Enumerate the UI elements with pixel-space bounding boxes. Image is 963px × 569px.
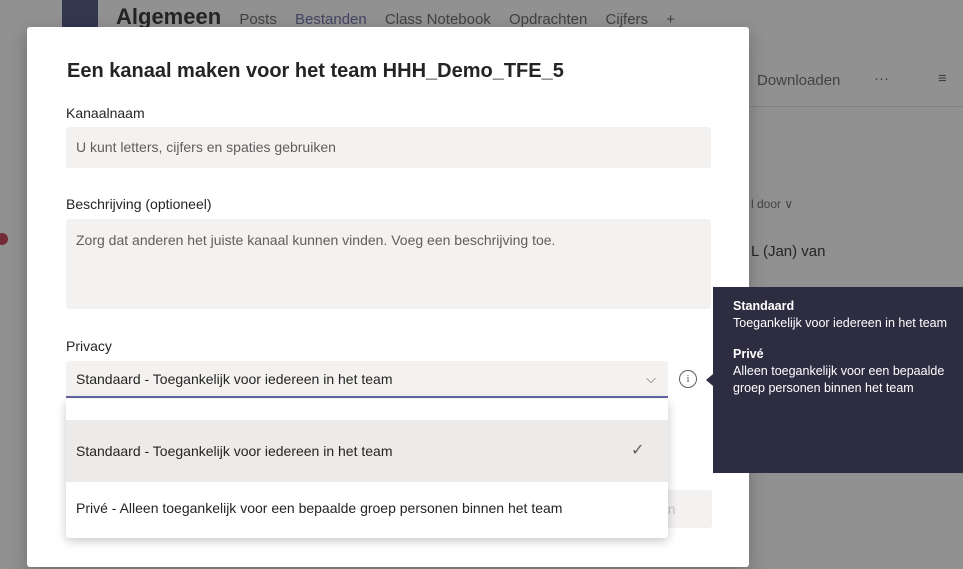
channel-name-label: Kanaalnaam [66, 105, 145, 121]
description-input[interactable]: Zorg dat anderen het juiste kanaal kunne… [66, 219, 711, 309]
privacy-info-tooltip: Standaard Toegankelijk voor iedereen in … [713, 287, 963, 473]
checkmark-icon: ✓ [631, 442, 645, 459]
info-icon[interactable]: i [679, 370, 697, 388]
option-label: Standaard - Toegankelijk voor iedereen i… [76, 443, 393, 459]
privacy-select[interactable]: Standaard - Toegankelijk voor iedereen i… [66, 361, 668, 398]
description-label: Beschrijving (optioneel) [66, 196, 212, 212]
tooltip-standard-text: Toegankelijk voor iedereen in het team [733, 316, 948, 330]
privacy-option-standard[interactable]: Standaard - Toegankelijk voor iedereen i… [66, 420, 668, 482]
option-label: Privé - Alleen toegankelijk voor een bep… [76, 500, 563, 516]
privacy-selected-value: Standaard - Toegankelijk voor iedereen i… [76, 371, 393, 387]
tooltip-standard-title: Standaard [733, 299, 795, 313]
privacy-label: Privacy [66, 338, 112, 354]
chevron-down-icon: ⌵ [646, 371, 656, 386]
privacy-option-private[interactable]: Privé - Alleen toegankelijk voor een bep… [66, 477, 668, 539]
channel-name-input[interactable]: U kunt letters, cijfers en spaties gebru… [66, 127, 711, 168]
privacy-dropdown-list: Standaard - Toegankelijk voor iedereen i… [66, 399, 668, 538]
tooltip-arrow [706, 374, 713, 386]
dialog-title: Een kanaal maken voor het team HHH_Demo_… [67, 60, 564, 82]
tooltip-private-title: Privé [733, 347, 764, 361]
tooltip-private-text: Alleen toegankelijk voor een bepaalde gr… [733, 364, 945, 395]
